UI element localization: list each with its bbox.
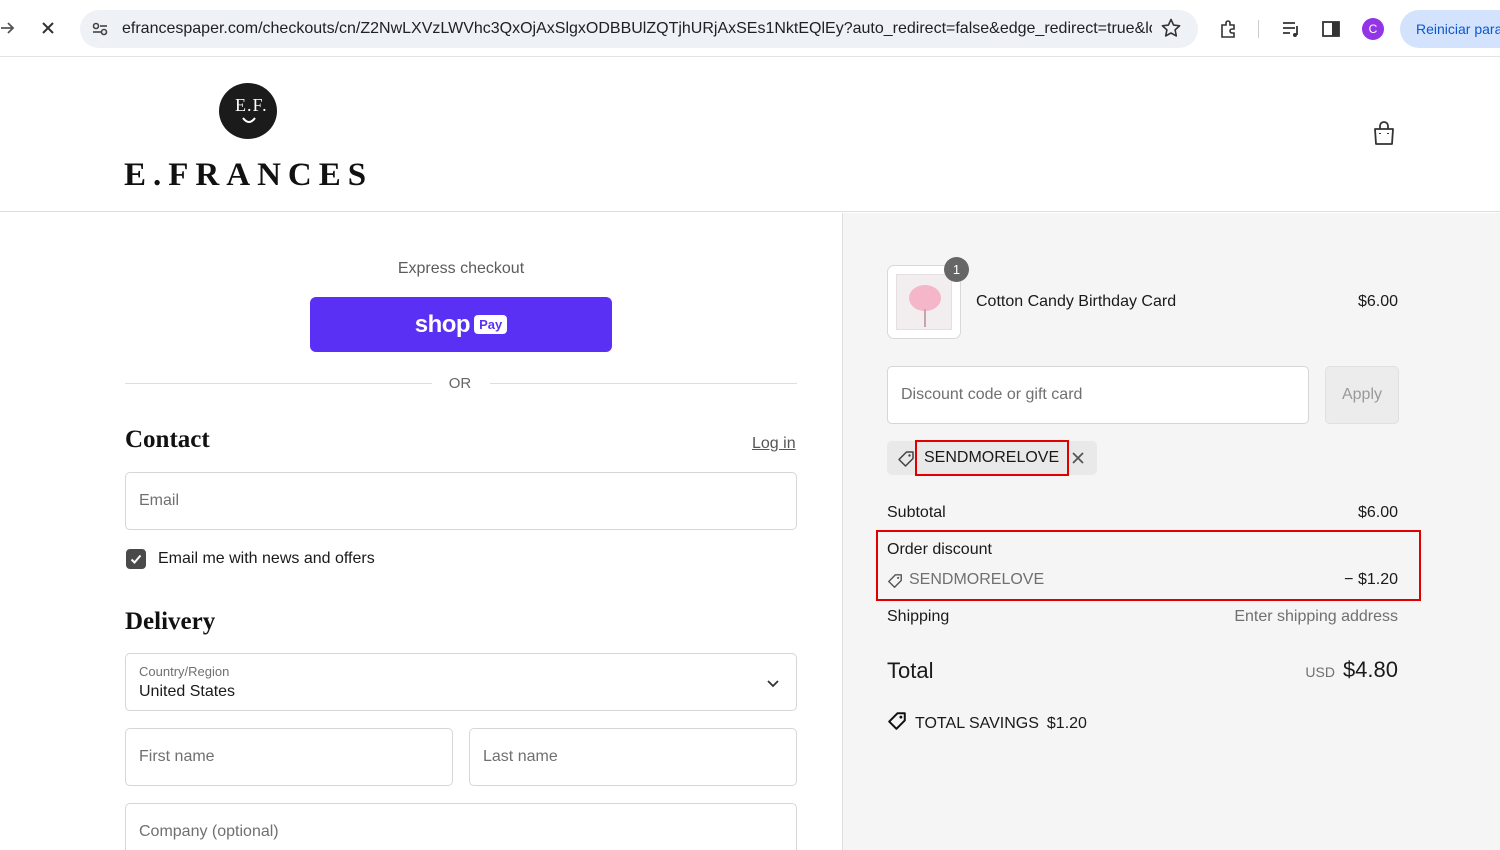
discount-placeholder: Discount code or gift card: [901, 386, 1083, 403]
browser-toolbar: efrancespaper.com/checkouts/cn/Z2NwLXVzL…: [0, 0, 1500, 57]
country-select[interactable]: Country/Region United States: [125, 653, 797, 711]
total-label: Total: [887, 658, 934, 683]
news-checkbox[interactable]: [126, 549, 146, 569]
total-currency: USD: [1305, 664, 1335, 680]
shipping-value: Enter shipping address: [1234, 608, 1398, 625]
news-checkbox-label[interactable]: Email me with news and offers: [158, 550, 375, 568]
checkout-form: Express checkout shop Pay OR Contact Log…: [0, 213, 842, 850]
savings-tag-icon: [887, 711, 907, 736]
discount-code-input[interactable]: Discount code or gift card: [887, 366, 1309, 424]
shop-pay-badge: Pay: [474, 315, 508, 334]
shopping-bag-icon[interactable]: [1372, 120, 1396, 151]
last-name-field[interactable]: Last name: [469, 728, 797, 786]
last-name-placeholder: Last name: [483, 748, 558, 765]
discount-tag-icon: [887, 573, 903, 594]
bookmark-star-icon[interactable]: [1160, 17, 1182, 44]
country-value: United States: [139, 683, 236, 700]
apply-button[interactable]: Apply: [1325, 366, 1399, 424]
address-bar[interactable]: efrancespaper.com/checkouts/cn/Z2NwLXVzL…: [80, 10, 1198, 48]
total-savings: TOTAL SAVINGS $1.20: [887, 711, 1087, 736]
country-label: Country/Region: [139, 664, 230, 679]
extensions-icon[interactable]: [1218, 18, 1240, 45]
chevron-down-icon: [766, 676, 780, 694]
site-settings-icon[interactable]: [90, 19, 110, 44]
side-panel-icon[interactable]: [1320, 18, 1342, 45]
forward-arrow-icon[interactable]: [0, 14, 22, 42]
email-placeholder: Email: [139, 492, 180, 509]
remove-discount-icon[interactable]: [1071, 451, 1085, 470]
savings-label: TOTAL SAVINGS: [915, 714, 1039, 732]
card-image: [896, 274, 952, 330]
reading-list-icon[interactable]: [1280, 18, 1302, 45]
store-header: E.F. E.FRANCES: [0, 57, 1500, 212]
subtotal-label: Subtotal: [887, 504, 946, 521]
email-field[interactable]: Email: [125, 472, 797, 530]
product-name: Cotton Candy Birthday Card: [976, 293, 1177, 310]
url-text[interactable]: efrancespaper.com/checkouts/cn/Z2NwLXVzL…: [122, 20, 1152, 38]
cotton-candy-image: [909, 285, 941, 311]
company-placeholder: Company (optional): [139, 823, 279, 840]
first-name-field[interactable]: First name: [125, 728, 453, 786]
total-value: $4.80: [1342, 657, 1398, 682]
shop-pay-button[interactable]: shop Pay: [310, 297, 612, 352]
toolbar-divider: [1258, 20, 1259, 38]
order-summary: 1 Cotton Candy Birthday Card $6.00 Disco…: [842, 213, 1500, 850]
product-price: $6.00: [1357, 293, 1398, 310]
logo-initials: E.F.: [235, 95, 268, 115]
delivery-heading: Delivery: [125, 608, 216, 635]
divider-right: [490, 383, 797, 384]
restart-button[interactable]: Reiniciar para: [1400, 10, 1500, 48]
tag-icon: [897, 450, 915, 473]
shipping-label: Shipping: [887, 608, 950, 625]
brand-logo-mark[interactable]: E.F.: [219, 83, 277, 139]
order-discount-value: − $1.20: [1344, 571, 1398, 588]
express-checkout-label: Express checkout: [397, 260, 525, 277]
login-link[interactable]: Log in: [752, 435, 796, 453]
quantity-badge: 1: [944, 257, 969, 282]
order-discount-code: SENDMORELOVE: [909, 571, 1045, 588]
or-divider-label: OR: [448, 375, 472, 392]
subtotal-value: $6.00: [1357, 504, 1398, 521]
divider-left: [125, 383, 432, 384]
stop-loading-icon[interactable]: [34, 14, 62, 42]
total-amount: USD $4.80: [1305, 657, 1398, 683]
company-field[interactable]: Company (optional): [125, 803, 797, 850]
savings-value: $1.20: [1046, 714, 1087, 732]
applied-discount-code: SENDMORELOVE: [915, 440, 1069, 476]
profile-avatar[interactable]: C: [1362, 18, 1384, 40]
brand-wordmark[interactable]: E.FRANCES: [124, 157, 373, 194]
order-discount-label: Order discount: [887, 541, 992, 558]
contact-heading: Contact: [125, 426, 210, 453]
shop-pay-wordmark: shop: [414, 310, 471, 338]
candy-stick: [924, 309, 926, 327]
first-name-placeholder: First name: [139, 748, 215, 765]
